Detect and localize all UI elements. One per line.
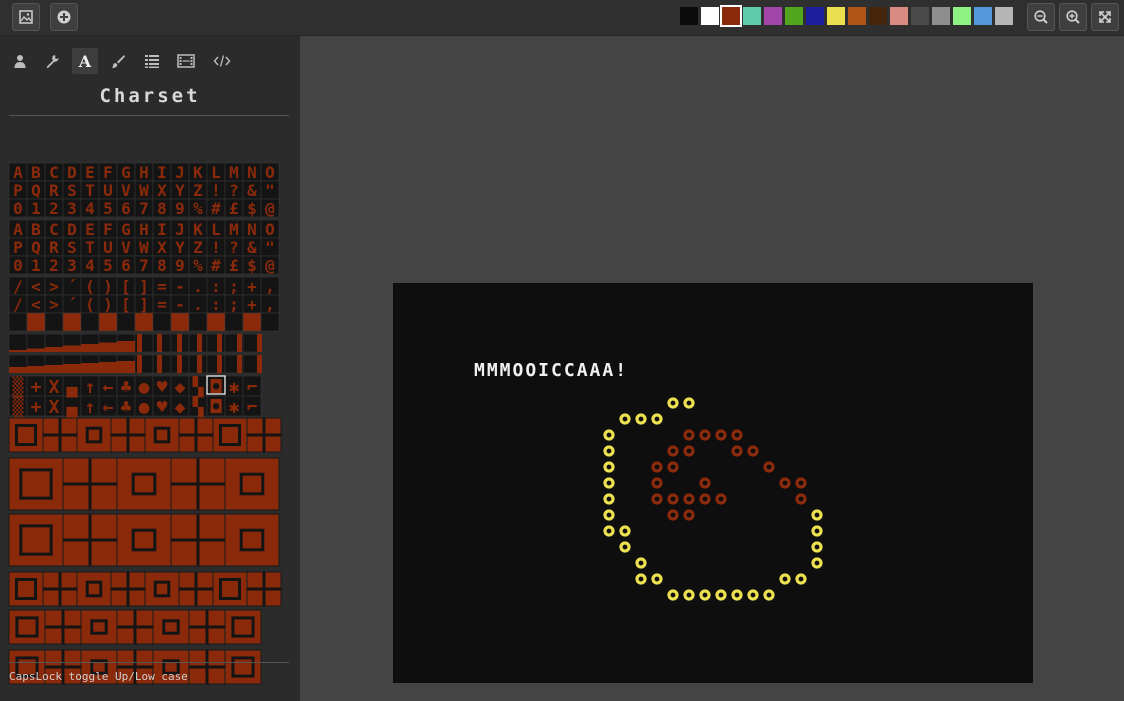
- pixel-ring: [795, 477, 807, 489]
- pixel-ring: [667, 509, 679, 521]
- pixel-ring: [699, 589, 711, 601]
- pixel-ring: [683, 429, 695, 441]
- pixel-ring: [667, 589, 679, 601]
- pixel-ring: [635, 573, 647, 585]
- pixel-ring: [715, 429, 727, 441]
- pixel-ring: [619, 525, 631, 537]
- pixel-ring: [603, 461, 615, 473]
- pixel-ring: [715, 589, 727, 601]
- pixel-ring: [619, 413, 631, 425]
- pixel-ring: [603, 445, 615, 457]
- pixel-ring: [667, 461, 679, 473]
- pixel-ring: [683, 445, 695, 457]
- pixel-ring: [747, 589, 759, 601]
- pixel-ring: [795, 493, 807, 505]
- pixel-ring: [763, 589, 775, 601]
- pixel-ring: [779, 477, 791, 489]
- pixel-ring: [747, 445, 759, 457]
- pixel-ring: [699, 493, 711, 505]
- pixel-ring: [603, 509, 615, 521]
- canvas-text: MMMOOICCAAA!: [474, 360, 629, 381]
- pixel-ring: [651, 493, 663, 505]
- pixel-ring: [651, 413, 663, 425]
- pixel-ring: [795, 573, 807, 585]
- pixel-ring: [651, 477, 663, 489]
- pixel-ring: [603, 429, 615, 441]
- pixel-ring: [667, 445, 679, 457]
- pixel-ring: [667, 397, 679, 409]
- pixel-ring: [683, 589, 695, 601]
- pixel-ring: [731, 429, 743, 441]
- pixel-ring: [603, 525, 615, 537]
- pixel-ring: [651, 573, 663, 585]
- pixel-ring: [603, 477, 615, 489]
- pixel-ring: [811, 557, 823, 569]
- pixel-ring: [667, 493, 679, 505]
- pixel-ring: [651, 461, 663, 473]
- pixel-ring: [715, 493, 727, 505]
- pixel-ring: [763, 461, 775, 473]
- pixel-ring: [603, 493, 615, 505]
- pixel-ring: [811, 509, 823, 521]
- pixel-ring: [699, 429, 711, 441]
- pixel-ring: [731, 589, 743, 601]
- pixel-ring: [683, 493, 695, 505]
- pixel-ring: [619, 541, 631, 553]
- canvas-artwork: [603, 397, 823, 601]
- pixel-ring: [811, 525, 823, 537]
- pixel-ring: [699, 477, 711, 489]
- pixel-ring: [683, 397, 695, 409]
- pixel-ring: [731, 445, 743, 457]
- pixel-ring: [779, 573, 791, 585]
- pixel-ring: [635, 557, 647, 569]
- pixel-ring: [635, 413, 647, 425]
- pixel-ring: [811, 541, 823, 553]
- pixel-ring: [683, 509, 695, 521]
